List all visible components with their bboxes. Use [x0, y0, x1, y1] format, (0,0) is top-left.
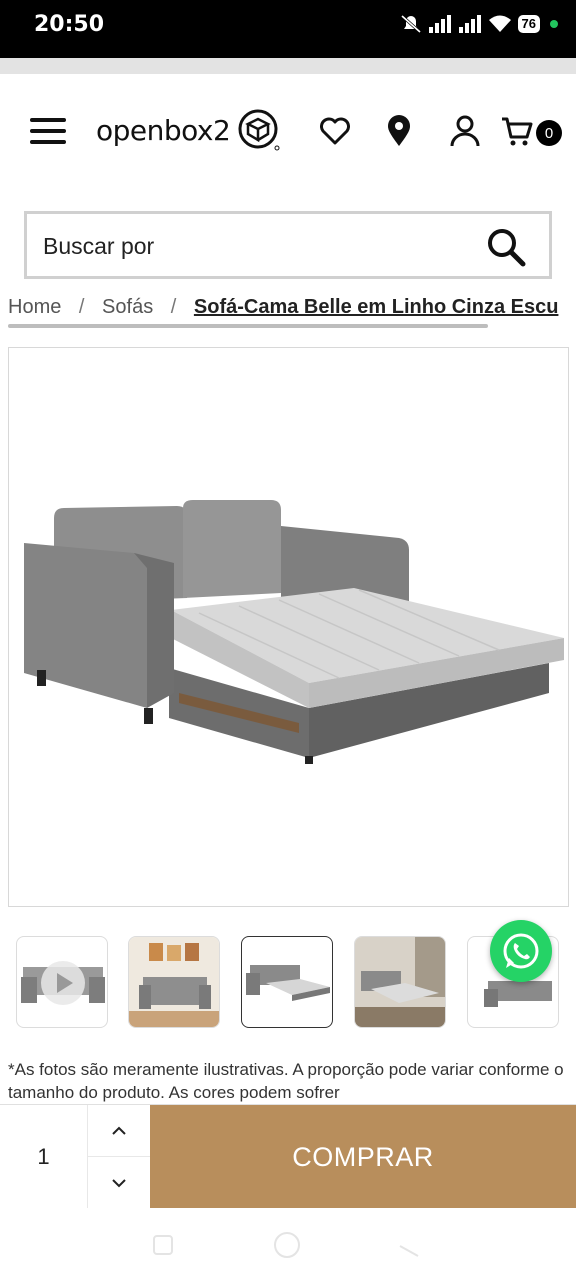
sofa-bed-illustration — [24, 500, 564, 764]
logo-text: openbox2 — [96, 113, 231, 147]
breadcrumb-category[interactable]: Sofás — [102, 296, 153, 319]
room-thumbnail — [129, 937, 219, 1027]
search-bar — [24, 211, 552, 279]
signal-icon — [458, 15, 481, 33]
quantity-increase-button[interactable] — [88, 1105, 150, 1157]
breadcrumb-separator: / — [170, 296, 177, 318]
menu-icon[interactable] — [28, 114, 68, 148]
quantity-value[interactable]: 1 — [0, 1105, 88, 1209]
room-thumbnail — [355, 937, 445, 1027]
signal-icon — [428, 15, 451, 33]
search-icon[interactable] — [485, 226, 527, 268]
cart-count-badge[interactable]: 0 — [536, 120, 562, 146]
status-bar: 20:50 76 — [0, 0, 576, 58]
purchase-bar: 1 COMPRAR — [0, 1104, 576, 1209]
thumbnail-photo-selected[interactable] — [241, 936, 333, 1028]
sofa-bed-thumbnail — [246, 965, 330, 1001]
chevron-down-icon — [112, 1179, 126, 1188]
thumbnail-photo[interactable] — [128, 936, 220, 1028]
sofa-thumbnail — [21, 961, 105, 1005]
quantity-decrease-button[interactable] — [88, 1157, 150, 1209]
whatsapp-icon — [503, 933, 539, 969]
home-icon[interactable] — [272, 1230, 302, 1260]
back-icon[interactable] — [396, 1232, 422, 1258]
mute-icon — [400, 14, 421, 34]
chevron-up-icon — [112, 1126, 126, 1135]
heart-icon[interactable] — [318, 114, 352, 148]
breadcrumb-scrollbar[interactable] — [8, 324, 488, 328]
status-icons: 76 — [400, 14, 558, 34]
search-input[interactable] — [43, 226, 463, 266]
user-icon[interactable] — [448, 114, 482, 148]
system-navigation-bar — [0, 1208, 576, 1280]
breadcrumb-home[interactable]: Home — [8, 296, 61, 319]
top-divider — [0, 58, 576, 74]
recent-apps-icon[interactable] — [150, 1232, 176, 1258]
product-main-image[interactable] — [8, 347, 569, 907]
wifi-icon — [488, 15, 511, 32]
image-disclaimer: *As fotos são meramente ilustrativas. A … — [8, 1060, 564, 1102]
cart-icon[interactable] — [500, 114, 534, 148]
status-time: 20:50 — [34, 12, 105, 37]
privacy-dot — [550, 20, 558, 28]
logo[interactable]: openbox2 — [96, 107, 282, 153]
location-pin-icon[interactable] — [382, 114, 416, 148]
logo-box-icon — [238, 109, 280, 151]
whatsapp-button[interactable] — [490, 920, 552, 982]
battery-level: 76 — [517, 15, 540, 33]
site-header: openbox2 0 — [0, 74, 576, 194]
buy-button[interactable]: COMPRAR — [150, 1105, 576, 1209]
thumbnail-photo[interactable] — [354, 936, 446, 1028]
breadcrumb-current: Sofá-Cama Belle em Linho Cinza Escu — [193, 296, 559, 318]
thumbnail-video[interactable] — [16, 936, 108, 1028]
breadcrumb-separator: / — [78, 296, 85, 318]
